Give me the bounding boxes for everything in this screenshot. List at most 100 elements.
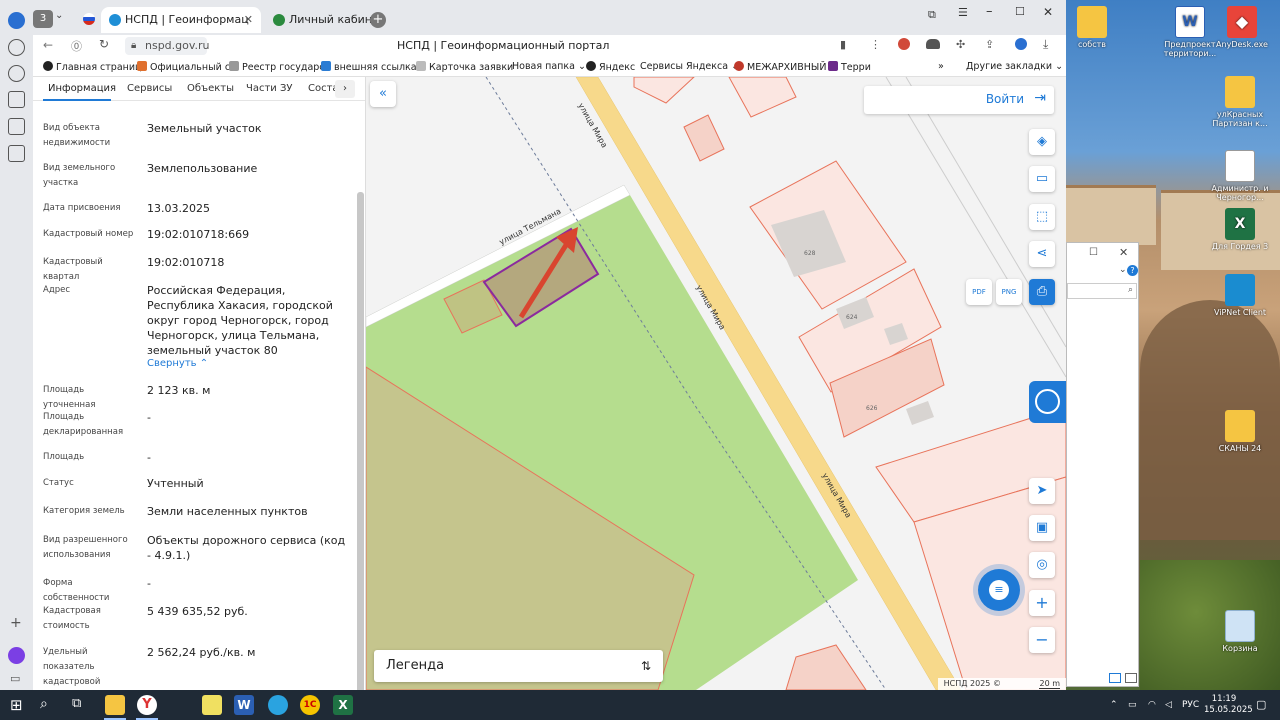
task-view-icon[interactable]: ⧉	[72, 696, 81, 711]
volume-icon[interactable]: ◁	[1165, 690, 1172, 720]
details-view-icon[interactable]	[1109, 673, 1121, 683]
protect-icon[interactable]: ⓪	[71, 38, 82, 54]
file-explorer-icon[interactable]	[105, 695, 125, 715]
tab-nspd[interactable]: НСПД | Геоинформац ✕	[101, 7, 261, 33]
search-input[interactable]: ⌕	[1067, 283, 1137, 299]
url-field[interactable]: 🔒︎ nspd.gov.ru	[125, 37, 210, 55]
windows-start-icon[interactable]: ⊞	[10, 696, 23, 714]
chevron-down-icon[interactable]: ⌄	[55, 10, 63, 21]
print-icon[interactable]: ⎙	[1029, 279, 1055, 305]
tab-information[interactable]: Информация	[48, 83, 116, 94]
word-icon[interactable]: W	[234, 695, 254, 715]
other-bookmarks[interactable]: Другие закладки ⌄	[966, 61, 1063, 72]
tab-manager-icon[interactable]: ⧉	[928, 8, 936, 22]
share-icon[interactable]: ⇪	[985, 38, 994, 51]
tab-services[interactable]: Сервисы	[127, 83, 172, 94]
bookmark-item[interactable]: Яндекс	[586, 61, 635, 73]
history-icon[interactable]	[8, 39, 25, 56]
collapse-link[interactable]: Свернуть ⌃	[147, 358, 208, 369]
minimize-icon[interactable]: –	[986, 4, 993, 19]
search-icon[interactable]: ⌕	[40, 696, 48, 712]
desktop-icon-folder[interactable]: собств	[1060, 6, 1124, 49]
play-icon[interactable]	[8, 65, 25, 82]
desktop-icon-document[interactable]: Администр. и Черногор...	[1208, 150, 1272, 202]
login-button[interactable]: Войти ⇥	[864, 86, 1054, 114]
help-icon[interactable]: ?	[1127, 265, 1138, 276]
desktop-icon-vipnet[interactable]: ViPNet Client	[1208, 274, 1272, 317]
bookmark-folder[interactable]: Сервисы Яндекса ⌄	[640, 61, 739, 72]
map-view[interactable]: улица Тельмана улица Мира улица Мира ули…	[366, 77, 1066, 690]
more-icon[interactable]: ⋮	[870, 38, 881, 51]
sidebar-toggle-icon[interactable]: ▭	[10, 672, 20, 685]
chevron-down-icon[interactable]: ⌄	[1119, 265, 1127, 275]
bookmark-item[interactable]: внешняя ссылка	[321, 61, 417, 73]
map-canvas[interactable]: улица Тельмана улица Мира улица Мира ули…	[366, 77, 1066, 690]
desktop-icon-excel[interactable]: X Для Гордея 3	[1208, 208, 1272, 251]
close-window-icon[interactable]: ✕	[1043, 5, 1053, 19]
tab-land-parts[interactable]: Части ЗУ	[246, 83, 293, 94]
new-tab-button[interactable]: +	[370, 12, 386, 28]
tabs-counter-icon[interactable]	[8, 118, 25, 135]
export-pdf-button[interactable]: PDF	[966, 279, 992, 305]
menu-icon[interactable]: ☰	[958, 6, 968, 19]
language-indicator[interactable]: РУС	[1182, 690, 1199, 720]
bookmark-item[interactable]: МЕЖАРХИВНЫЙ	[734, 61, 826, 73]
clock[interactable]: 11:19 15.05.2025	[1204, 694, 1253, 716]
minimap-icon[interactable]: ▣	[1029, 515, 1055, 541]
panel-scrollbar[interactable]	[357, 192, 364, 690]
puzzle-extensions-icon[interactable]: ✣	[956, 38, 965, 51]
chat-button[interactable]: ≡	[978, 569, 1020, 611]
1c-icon[interactable]: 1С	[300, 695, 320, 715]
desktop-icon-recycle-bin[interactable]: Корзина	[1208, 610, 1272, 653]
tray-overflow-icon[interactable]: ⌃	[1110, 690, 1118, 720]
chevron-right-icon[interactable]: ›	[335, 80, 355, 98]
network-icon[interactable]: ▭	[1128, 690, 1137, 720]
tiles-view-icon[interactable]	[1125, 673, 1137, 683]
zoom-in-button[interactable]: +	[1029, 590, 1055, 616]
close-icon[interactable]: ✕	[1119, 246, 1128, 259]
tab-counter[interactable]: 3	[33, 10, 53, 28]
bookmark-item[interactable]: Официальный са	[137, 61, 236, 73]
bookmark-icon[interactable]: ▮	[840, 38, 846, 51]
yandex-browser-icon[interactable]: Y	[137, 695, 157, 715]
layers-icon[interactable]: ◈	[1029, 129, 1055, 155]
legend-dropdown[interactable]: Легенда ⇅	[374, 650, 663, 682]
browser-logo-icon[interactable]	[8, 12, 25, 29]
extension-icon[interactable]	[1015, 38, 1027, 50]
cadastral-number[interactable]: 19:02:010718:669	[147, 227, 347, 242]
collections-icon[interactable]	[8, 91, 25, 108]
screenshot-icon[interactable]	[8, 145, 25, 162]
geolocation-icon[interactable]: ◎	[1029, 552, 1055, 578]
maximize-icon[interactable]: ☐	[1089, 247, 1098, 258]
more-bookmarks-icon[interactable]: »	[938, 61, 944, 72]
bookmark-item[interactable]: Главная страниц	[43, 61, 142, 73]
bookmark-folder[interactable]: Новая папка ⌄	[512, 61, 586, 72]
reload-icon[interactable]: ↻	[99, 37, 109, 51]
ruler-icon[interactable]: ▭	[1029, 166, 1055, 192]
zoom-out-button[interactable]: −	[1029, 627, 1055, 653]
add-icon[interactable]: +	[10, 615, 22, 631]
chat-assistant-tab[interactable]	[1029, 381, 1066, 423]
bookmark-item[interactable]: Реестр государст	[229, 61, 330, 73]
desktop-icon-folder[interactable]: улКрасных Партизан к...	[1208, 76, 1272, 128]
telegram-icon[interactable]	[268, 695, 288, 715]
notifications-icon[interactable]: ▢	[1256, 690, 1266, 720]
desktop-icon-anydesk[interactable]: ◆ AnyDesk.exe	[1210, 6, 1274, 49]
sticky-notes-icon[interactable]	[202, 695, 222, 715]
alice-assistant-icon[interactable]	[8, 647, 25, 664]
maximize-icon[interactable]: ☐	[1015, 5, 1025, 18]
background-explorer-window[interactable]: ☐ ✕ ⌄ ? ⌕	[1066, 242, 1139, 687]
selection-tool-icon[interactable]: ⬚	[1029, 204, 1055, 230]
bookmark-item[interactable]: Карточка заявки	[416, 61, 513, 73]
close-tab-icon[interactable]: ✕	[244, 7, 253, 33]
export-png-button[interactable]: PNG	[996, 279, 1022, 305]
extension-icon[interactable]	[898, 38, 910, 50]
desktop-icon-folder[interactable]: СКАНЫ 24	[1208, 410, 1272, 453]
cadastral-quarter[interactable]: 19:02:010718	[147, 255, 347, 270]
excel-icon[interactable]: X	[333, 695, 353, 715]
tab-objects[interactable]: Объекты	[187, 83, 234, 94]
locate-icon[interactable]: ➤	[1029, 478, 1055, 504]
wifi-icon[interactable]: ◠	[1148, 690, 1156, 720]
share-icon[interactable]: ⋖	[1029, 241, 1055, 267]
extension-icon[interactable]	[926, 39, 940, 49]
